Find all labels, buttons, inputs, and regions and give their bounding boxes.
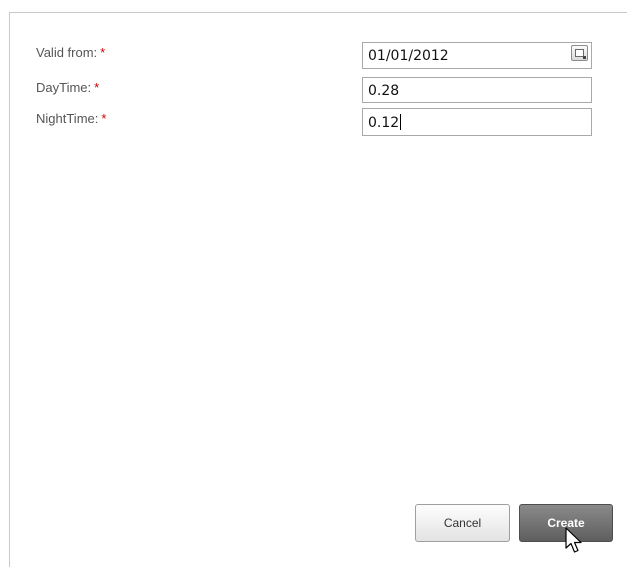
nighttime-value: 0.12 — [368, 115, 400, 131]
nighttime-label-text: NightTime: — [36, 111, 99, 126]
required-marker: * — [100, 45, 106, 60]
daytime-label: DayTime: * — [36, 80, 99, 95]
nighttime-label: NightTime: * — [36, 111, 106, 126]
required-marker: * — [94, 80, 100, 95]
calendar-icon-dot — [583, 56, 586, 59]
create-tariff-dialog: Valid from: * 01/01/2012 DayTime: * 0.28 N… — [0, 0, 627, 567]
nighttime-row: NightTime: * 0.12 — [0, 108, 627, 136]
valid-from-value: 01/01/2012 — [368, 48, 449, 64]
daytime-row: DayTime: * 0.28 — [0, 77, 627, 103]
text-caret — [400, 114, 402, 130]
valid-from-row: Valid from: * 01/01/2012 — [0, 42, 627, 69]
valid-from-label: Valid from: * — [36, 45, 105, 60]
mouse-pointer-icon — [565, 527, 582, 553]
daytime-value: 0.28 — [368, 83, 400, 99]
calendar-icon[interactable] — [571, 45, 588, 61]
top-border — [9, 12, 627, 13]
valid-from-input[interactable]: 01/01/2012 — [362, 42, 592, 69]
daytime-input[interactable]: 0.28 — [362, 77, 592, 103]
daytime-label-text: DayTime: — [36, 80, 92, 95]
valid-from-label-text: Valid from: — [36, 45, 98, 60]
required-marker: * — [101, 111, 107, 126]
nighttime-input[interactable]: 0.12 — [362, 108, 592, 136]
cancel-button[interactable]: Cancel — [415, 504, 510, 542]
